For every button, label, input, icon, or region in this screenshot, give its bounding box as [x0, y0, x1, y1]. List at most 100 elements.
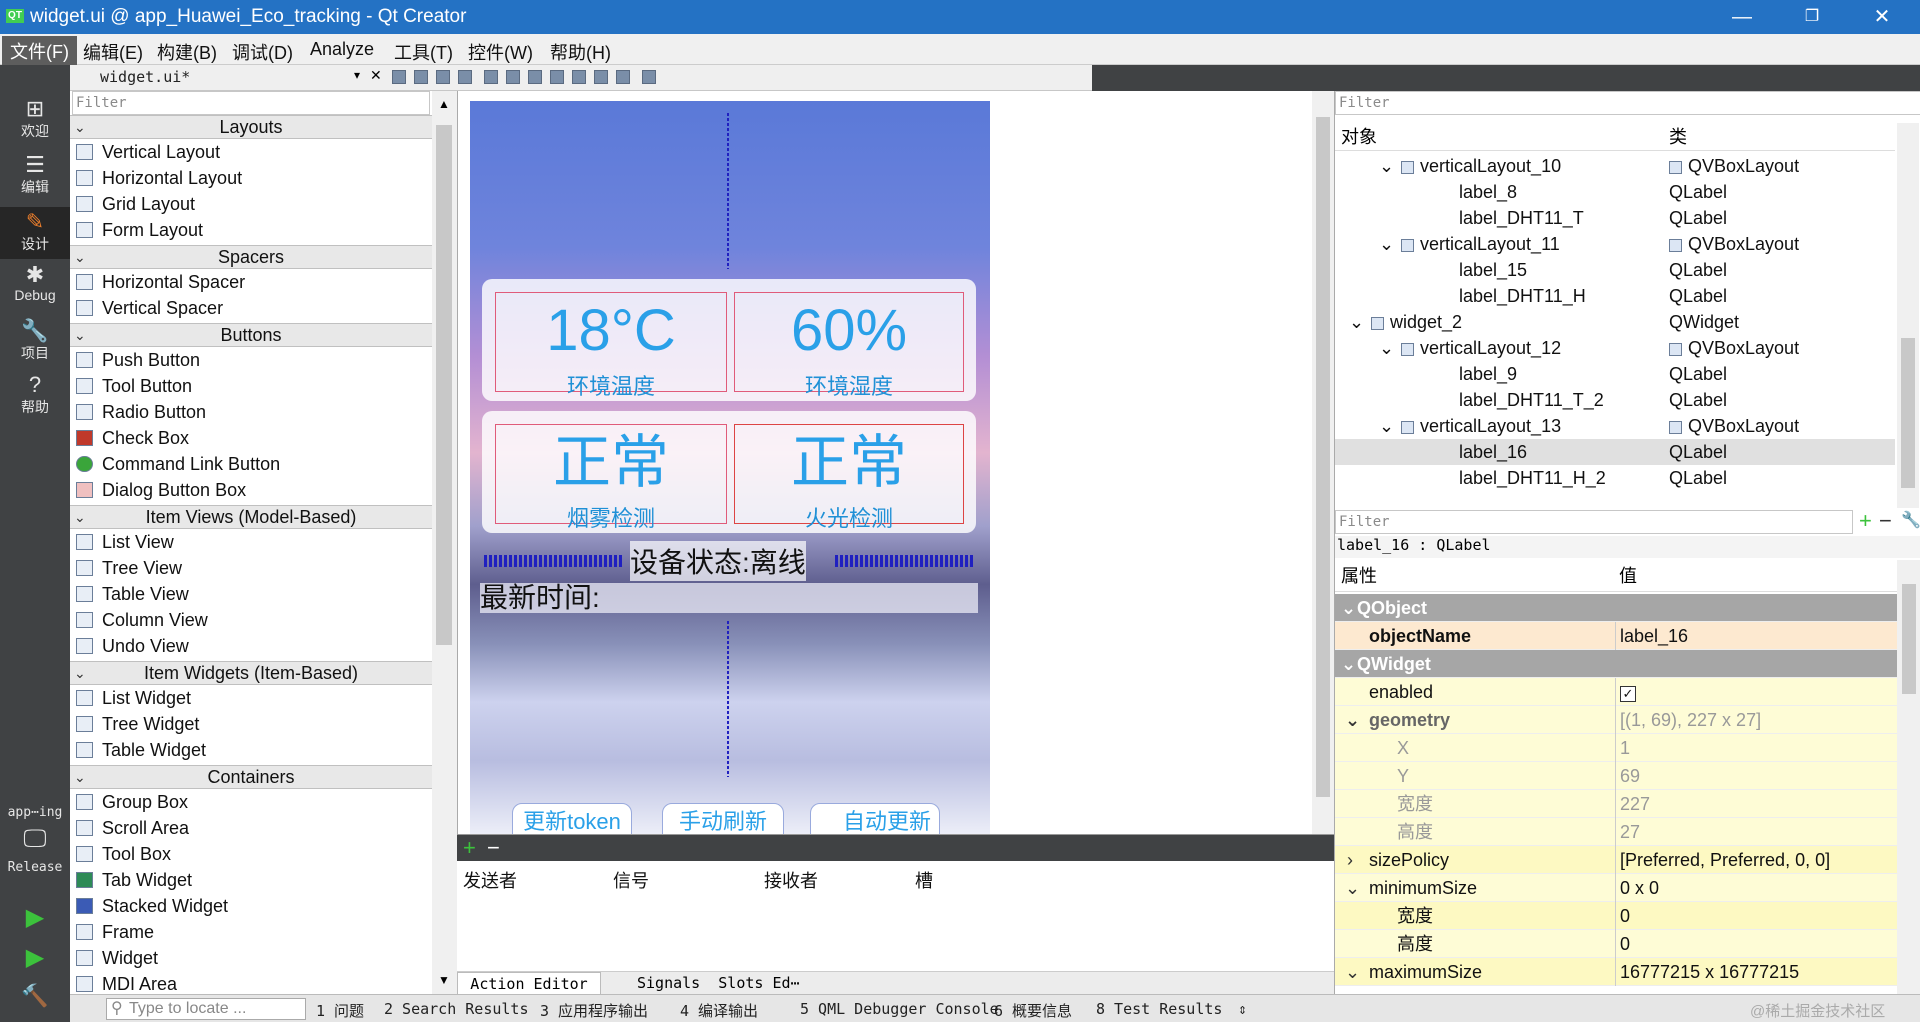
column-sender[interactable]: 发送者 — [463, 867, 517, 893]
restore-icon[interactable]: ❐ — [1792, 3, 1832, 31]
header-class[interactable]: 类 — [1669, 123, 1687, 151]
add-property-icon[interactable]: + — [1859, 508, 1872, 534]
pane-chooser-icon[interactable]: ⇕ — [1238, 1000, 1247, 1018]
build-hammer-icon[interactable]: 🔨 — [0, 983, 70, 1009]
header-property[interactable]: 属性 — [1341, 560, 1377, 592]
tree-row[interactable]: verticalLayout_10 QVBoxLayout ⌄ — [1335, 153, 1895, 179]
pane-app-output[interactable]: 3 应用程序输出 — [540, 1000, 648, 1021]
tab-signals-slots[interactable]: Signals Slots Ed⋯ — [637, 974, 800, 992]
widget-horizontal-layout[interactable]: Horizontal Layout — [74, 165, 430, 191]
property-filter-input[interactable]: Filter — [1335, 510, 1853, 534]
splitter-horizontal-icon[interactable] — [528, 70, 542, 84]
prop-geometry-height[interactable]: 高度 27 — [1335, 818, 1897, 846]
tab-action-editor[interactable]: Action Editor — [457, 972, 601, 996]
tree-row[interactable]: label_DHT11_H_2 QLabel — [1335, 465, 1895, 491]
menu-widgets[interactable]: 控件(W) — [468, 39, 533, 65]
add-icon[interactable]: + — [463, 835, 476, 861]
adjust-size-icon[interactable] — [642, 70, 656, 84]
scrollbar-thumb[interactable] — [1316, 117, 1330, 797]
top-vertical-spacer[interactable] — [727, 113, 729, 269]
splitter-vertical-icon[interactable] — [550, 70, 564, 84]
mode-help[interactable]: ? 帮助 — [0, 373, 70, 417]
widget-tab-widget[interactable]: Tab Widget — [74, 867, 430, 893]
prop-minimumsize-height[interactable]: 高度 0 — [1335, 930, 1897, 958]
mode-welcome[interactable]: ⊞ 欢迎 — [0, 97, 70, 141]
category-spacers[interactable]: ⌄ Spacers — [70, 245, 432, 269]
remove-icon[interactable]: − — [487, 835, 500, 861]
tree-row[interactable]: label_DHT11_T QLabel — [1335, 205, 1895, 231]
widget-mdi-area[interactable]: MDI Area — [74, 971, 430, 993]
pane-general-messages[interactable]: 6 概要信息 — [994, 1000, 1072, 1021]
humidity-cell[interactable]: 60% 环境湿度 — [734, 292, 964, 399]
chevron-down-icon[interactable]: ▾ — [354, 68, 360, 82]
widget-dialog-button-box[interactable]: Dialog Button Box — [74, 477, 430, 503]
menu-help[interactable]: 帮助(H) — [550, 39, 611, 65]
canvas-scrollbar[interactable] — [1312, 91, 1334, 834]
widget-command-link-button[interactable]: Command Link Button — [74, 451, 430, 477]
widget-stacked-widget[interactable]: Stacked Widget — [74, 893, 430, 919]
tree-row[interactable]: widget_2 QWidget ⌄ — [1335, 309, 1895, 335]
widget-check-box[interactable]: Check Box — [74, 425, 430, 451]
kit-build-label[interactable]: Release — [0, 860, 70, 875]
pane-search-results[interactable]: 2 Search Results — [384, 1000, 529, 1018]
temperature-cell[interactable]: 18°C 环境温度 — [495, 292, 727, 399]
widget-grid-layout[interactable]: Grid Layout — [74, 191, 430, 217]
widget-frame[interactable]: Frame — [74, 919, 430, 945]
tree-row[interactable]: verticalLayout_13 QVBoxLayout ⌄ — [1335, 413, 1895, 439]
open-file-label[interactable]: widget.ui* — [100, 68, 190, 86]
chevron-up-icon[interactable]: ▲ — [438, 97, 450, 111]
prop-minimumsize[interactable]: ⌄ minimumSize 0 x 0 — [1335, 874, 1897, 902]
widget-widget[interactable]: Widget — [74, 945, 430, 971]
layout-grid-icon[interactable] — [572, 70, 586, 84]
close-icon[interactable]: ✕ — [370, 67, 382, 84]
widget-tool-box[interactable]: Tool Box — [74, 841, 430, 867]
tree-row[interactable]: label_DHT11_H QLabel — [1335, 283, 1895, 309]
widget-vertical-layout[interactable]: Vertical Layout — [74, 139, 430, 165]
prop-geometry-width[interactable]: 宽度 227 — [1335, 790, 1897, 818]
monitor-icon[interactable]: 🖵 — [0, 825, 70, 853]
prop-geometry[interactable]: ⌄ geometry [(1, 69), 227 x 27] — [1335, 706, 1897, 734]
left-horizontal-spacer[interactable] — [484, 555, 624, 567]
wrench-icon[interactable]: 🔧 — [1901, 510, 1920, 530]
pane-qml-debugger[interactable]: 5 QML Debugger Console — [800, 1000, 999, 1018]
mode-debug[interactable]: ✱ Debug — [0, 263, 70, 304]
widget-horizontal-spacer[interactable]: Horizontal Spacer — [74, 269, 430, 295]
minimize-icon[interactable]: — — [1722, 3, 1762, 31]
smoke-cell[interactable]: 正常 烟雾检测 — [495, 424, 727, 531]
scrollbar-thumb[interactable] — [1901, 338, 1915, 488]
run-icon[interactable]: ▶ — [0, 903, 70, 932]
widget-list-widget[interactable]: List Widget — [74, 685, 430, 711]
scrollbar-thumb[interactable] — [1902, 584, 1916, 694]
widget-table-view[interactable]: Table View — [74, 581, 430, 607]
edit-buddies-icon[interactable] — [436, 70, 450, 84]
pane-test-results[interactable]: 8 Test Results — [1096, 1000, 1222, 1018]
mode-edit[interactable]: ☰ 编辑 — [0, 153, 70, 197]
remove-property-icon[interactable]: − — [1879, 508, 1892, 534]
widget-tool-button[interactable]: Tool Button — [74, 373, 430, 399]
update-token-button[interactable]: 更新token — [512, 803, 632, 834]
prop-enabled[interactable]: enabled ✓ — [1335, 678, 1897, 706]
category-containers[interactable]: ⌄ Containers — [70, 765, 432, 789]
layout-horizontal-icon[interactable] — [484, 70, 498, 84]
tree-row[interactable]: label_DHT11_T_2 QLabel — [1335, 387, 1895, 413]
tree-row[interactable]: label_9 QLabel — [1335, 361, 1895, 387]
widget-radio-button[interactable]: Radio Button — [74, 399, 430, 425]
widget-list-view[interactable]: List View — [74, 529, 430, 555]
fire-cell[interactable]: 正常 火光检测 — [734, 424, 964, 531]
widget-box-scrollbar[interactable]: ▲ ▼ — [432, 91, 457, 994]
scrollbar-thumb[interactable] — [436, 125, 452, 645]
widget-filter-input[interactable]: Filter — [72, 91, 430, 115]
widget-undo-view[interactable]: Undo View — [74, 633, 430, 659]
column-receiver[interactable]: 接收者 — [764, 867, 818, 893]
pane-issues[interactable]: 1 问题 — [316, 1000, 364, 1021]
prop-geometry-x[interactable]: X1 — [1335, 734, 1897, 762]
form-preview[interactable]: 18°C 环境温度 60% 环境湿度 正常 烟雾检测 正常 火光检测 设备状态:… — [470, 101, 990, 834]
tree-row-selected[interactable]: label_16 QLabel — [1335, 439, 1895, 465]
category-item-views[interactable]: ⌄ Item Views (Model-Based) — [70, 505, 432, 529]
category-item-widgets[interactable]: ⌄ Item Widgets (Item-Based) — [70, 661, 432, 685]
widget-push-button[interactable]: Push Button — [74, 347, 430, 373]
mode-design[interactable]: ✎ 设计 — [0, 207, 70, 259]
break-layout-icon[interactable] — [616, 70, 630, 84]
widget-group-box[interactable]: Group Box — [74, 789, 430, 815]
category-layouts[interactable]: ⌄ Layouts — [70, 115, 432, 139]
